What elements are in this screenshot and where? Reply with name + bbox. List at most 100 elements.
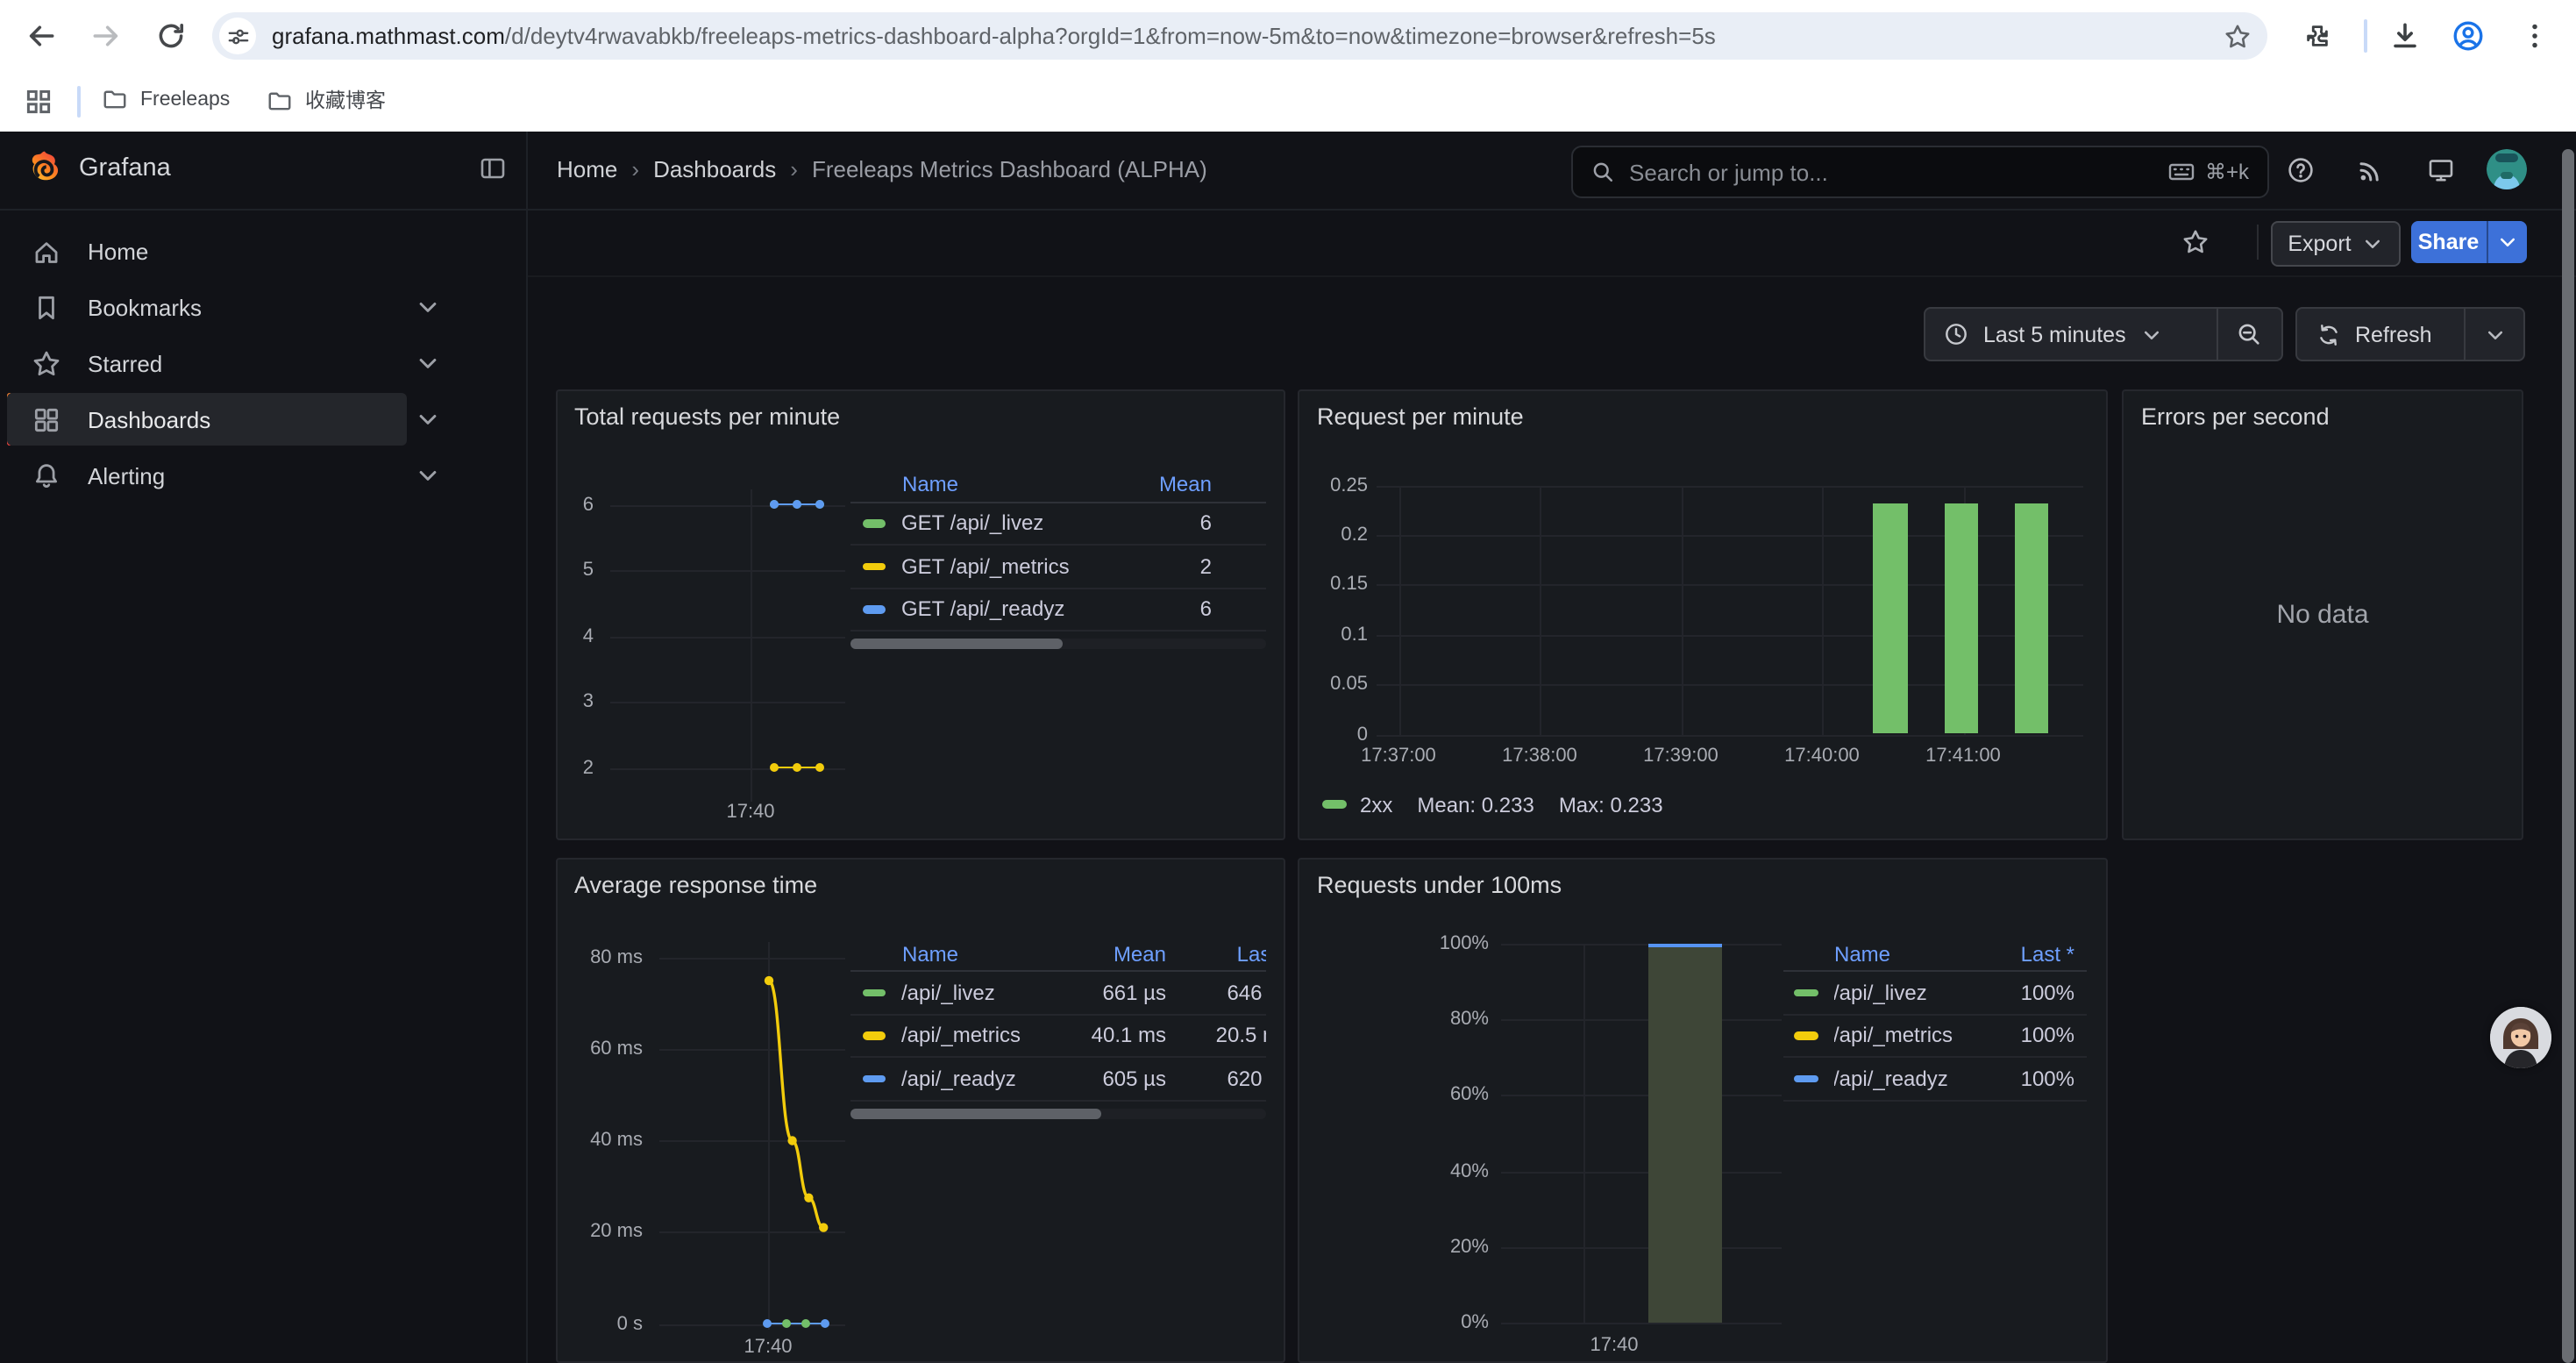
- series-name[interactable]: 2xx: [1360, 792, 1392, 817]
- legend-row[interactable]: /api/_metrics 40.1 ms 20.5 ms: [850, 1015, 1266, 1058]
- column-header-name[interactable]: Name: [902, 941, 1064, 966]
- series-last: 646 µs: [1166, 981, 1266, 1005]
- apps-grid-icon[interactable]: [25, 88, 53, 116]
- bar[interactable]: [1873, 503, 1907, 734]
- breadcrumb-dashboards[interactable]: Dashboards: [653, 157, 776, 183]
- page-scrollbar-thumb[interactable]: [2562, 149, 2574, 1363]
- url-text[interactable]: grafana.mathmast.com/d/deytv4rwavabkb/fr…: [272, 23, 2224, 49]
- data-point[interactable]: [762, 1319, 771, 1328]
- series-name[interactable]: /api/_livez: [1833, 981, 1982, 1005]
- reload-icon[interactable]: [154, 19, 188, 53]
- bell-icon: [32, 460, 61, 490]
- bar[interactable]: [1944, 503, 1978, 734]
- search-input[interactable]: Search or jump to... ⌘+k: [1571, 146, 2268, 198]
- bookmark-folder-freeleaps[interactable]: Freeleaps: [102, 86, 230, 112]
- series-name[interactable]: /api/_metrics: [1833, 1024, 1982, 1048]
- sidebar-item-dashboards[interactable]: Dashboards: [0, 391, 525, 447]
- bookmark-star-icon[interactable]: [2224, 22, 2252, 50]
- breadcrumb-home[interactable]: Home: [557, 157, 617, 183]
- column-header-mean[interactable]: Mean: [1064, 941, 1166, 966]
- back-icon[interactable]: [25, 19, 58, 53]
- data-point[interactable]: [792, 500, 801, 509]
- legend-row[interactable]: /api/_readyz 605 µs 620 µs: [850, 1058, 1266, 1101]
- legend-row[interactable]: /api/_readyz 100%: [1783, 1058, 2087, 1101]
- column-header-mean[interactable]: Mean: [1126, 472, 1266, 496]
- site-settings-icon[interactable]: [219, 18, 256, 54]
- user-avatar[interactable]: [2486, 149, 2526, 189]
- data-point[interactable]: [815, 763, 823, 772]
- series-name[interactable]: /api/_livez: [901, 981, 1064, 1005]
- data-point[interactable]: [781, 1319, 790, 1328]
- favorite-star-icon[interactable]: [2181, 227, 2209, 255]
- series-name[interactable]: /api/_metrics: [901, 1024, 1064, 1048]
- chevron-down-icon[interactable]: [416, 295, 440, 319]
- scrollbar-thumb[interactable]: [850, 639, 1063, 649]
- y-tick-label: 0.25: [1299, 475, 1368, 496]
- profile-icon[interactable]: [2451, 19, 2485, 53]
- url-bar[interactable]: grafana.mathmast.com/d/deytv4rwavabkb/fr…: [212, 12, 2267, 60]
- legend-row[interactable]: /api/_livez 661 µs 646 µs: [850, 972, 1266, 1015]
- legend-scrollbar[interactable]: [850, 1108, 1266, 1118]
- chart-plot-area[interactable]: 100%80%60%40%20%0%17:40: [1299, 860, 2106, 1361]
- data-point[interactable]: [792, 763, 801, 772]
- bar[interactable]: [2014, 503, 2048, 734]
- share-menu-button[interactable]: [2487, 221, 2526, 262]
- floating-assistant-avatar[interactable]: [2490, 1007, 2551, 1068]
- data-point[interactable]: [801, 1319, 809, 1328]
- chevron-down-icon[interactable]: [416, 351, 440, 375]
- help-icon[interactable]: [2286, 156, 2314, 184]
- news-rss-icon[interactable]: [2356, 156, 2384, 184]
- legend-row[interactable]: /api/_livez 100%: [1783, 972, 2087, 1015]
- data-point[interactable]: [769, 763, 778, 772]
- legend-row[interactable]: GET /api/_livez 6: [850, 503, 1266, 546]
- y-tick-label: 6: [557, 494, 594, 515]
- page-header: Home › Dashboards › Freeleaps Metrics Da…: [527, 132, 2576, 210]
- chevron-down-icon[interactable]: [416, 407, 440, 432]
- extensions-icon[interactable]: [2302, 21, 2332, 51]
- legend-row[interactable]: GET /api/_readyz 6: [850, 589, 1266, 632]
- data-point[interactable]: [769, 500, 778, 509]
- forward-icon[interactable]: [89, 19, 123, 53]
- column-header-name[interactable]: Name: [1834, 941, 1982, 966]
- chart-legend[interactable]: 2xx Mean: 0.233 Max: 0.233: [1322, 792, 1663, 817]
- sidebar-item-alerting[interactable]: Alerting: [0, 447, 525, 503]
- sidebar-item-starred[interactable]: Starred: [0, 335, 525, 391]
- series-name[interactable]: /api/_readyz: [901, 1067, 1064, 1091]
- gridline: [1501, 1018, 1782, 1020]
- screen-share-icon[interactable]: [2426, 156, 2454, 184]
- dock-menu-icon[interactable]: [478, 154, 506, 182]
- time-range-picker[interactable]: Last 5 minutes: [1925, 309, 2216, 360]
- series-mean-stat: Mean: 0.233: [1417, 792, 1534, 817]
- legend-scrollbar[interactable]: [850, 639, 1266, 649]
- series-name[interactable]: GET /api/_metrics: [901, 554, 1126, 579]
- sidebar-item-home[interactable]: Home: [0, 223, 525, 279]
- column-header-last[interactable]: Last *: [1982, 941, 2087, 966]
- series-color-yellow: [862, 1031, 886, 1039]
- browser-menu-icon[interactable]: [2518, 19, 2551, 53]
- series-name[interactable]: GET /api/_readyz: [901, 597, 1126, 622]
- scrollbar-thumb[interactable]: [850, 1108, 1101, 1118]
- share-label: Share: [2418, 230, 2480, 254]
- zoom-out-button[interactable]: [2217, 309, 2281, 360]
- chart-plot-area[interactable]: 0.250.20.150.10.05017:37:0017:38:0017:39…: [1299, 390, 2106, 838]
- bar[interactable]: [1648, 943, 1722, 1323]
- refresh-button[interactable]: Refresh: [2297, 309, 2464, 360]
- downloads-icon[interactable]: [2388, 19, 2422, 53]
- grafana-logo-icon[interactable]: [25, 149, 65, 189]
- gridline: [658, 1049, 844, 1051]
- column-header-last[interactable]: Last *: [1166, 941, 1266, 966]
- bookmark-folder-blogs[interactable]: 收藏博客: [267, 86, 386, 114]
- series-name[interactable]: /api/_readyz: [1833, 1067, 1982, 1091]
- legend-row[interactable]: /api/_metrics 100%: [1783, 1015, 2087, 1058]
- data-point[interactable]: [820, 1319, 829, 1328]
- sidebar-item-label: Bookmarks: [88, 294, 202, 320]
- series-name[interactable]: GET /api/_livez: [901, 511, 1126, 536]
- column-header-name[interactable]: Name: [902, 472, 1126, 496]
- chevron-down-icon[interactable]: [416, 463, 440, 488]
- refresh-interval-button[interactable]: [2466, 309, 2523, 360]
- legend-row[interactable]: GET /api/_metrics 2: [850, 546, 1266, 589]
- export-button[interactable]: Export: [2271, 221, 2400, 266]
- share-button[interactable]: Share: [2411, 221, 2486, 262]
- data-point[interactable]: [815, 500, 823, 509]
- sidebar-item-bookmarks[interactable]: Bookmarks: [0, 279, 525, 335]
